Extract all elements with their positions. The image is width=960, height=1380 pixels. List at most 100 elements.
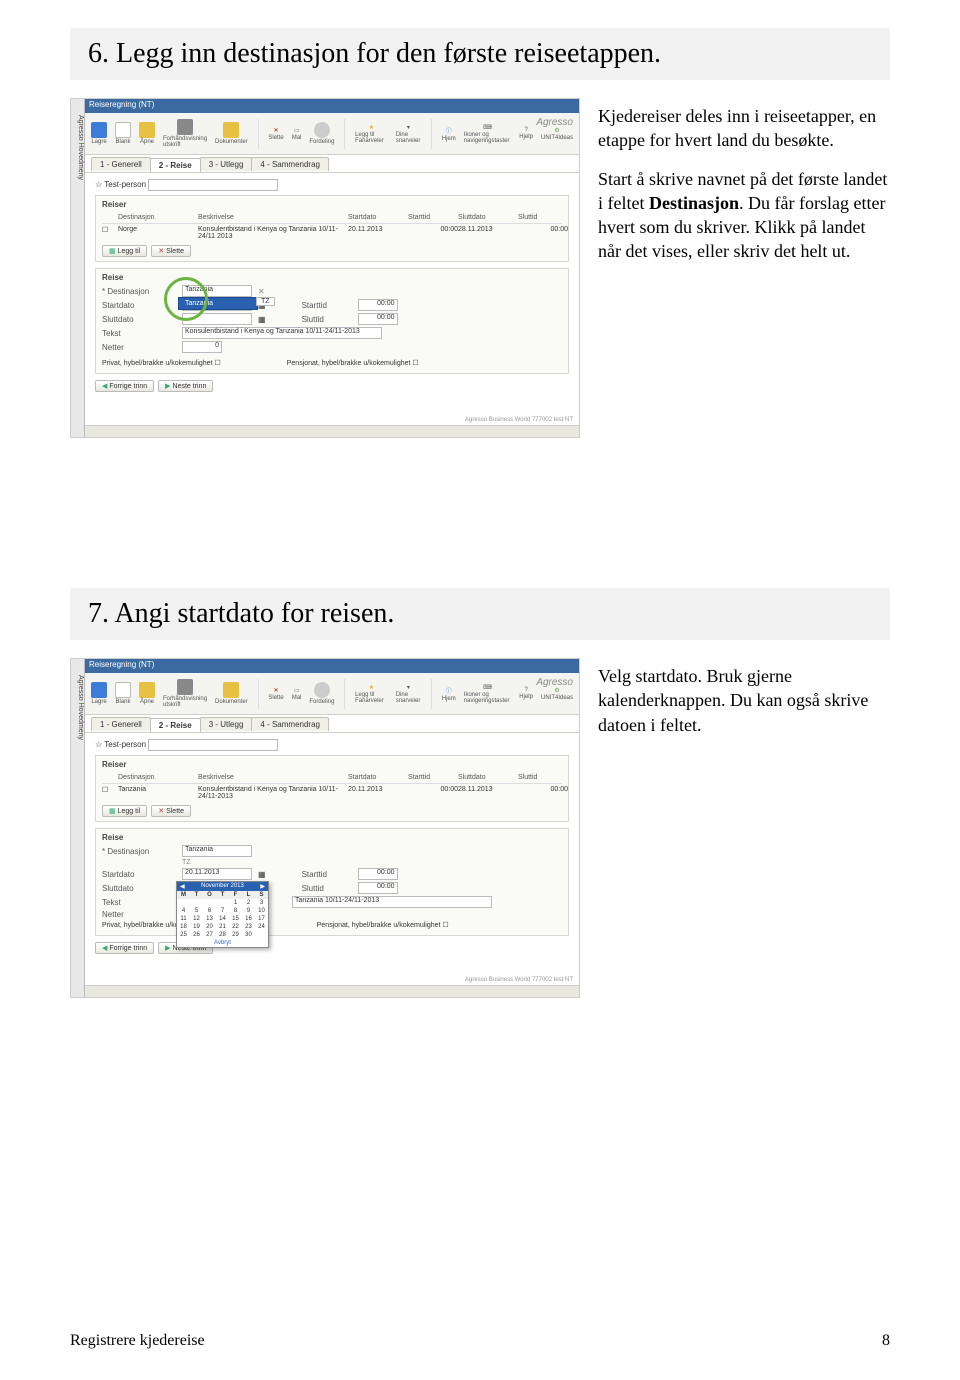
next-button[interactable]: ▶Neste trinn <box>158 380 213 392</box>
cal-day[interactable] <box>190 899 203 907</box>
ribbon-mal[interactable]: ▭Mal <box>292 687 302 701</box>
tekst-input[interactable]: Konsulentbistand i Kenya og Tanzania 10/… <box>182 327 382 339</box>
netter-input[interactable]: 0 <box>182 341 222 353</box>
cal-day[interactable]: 10 <box>255 907 268 915</box>
leggtil-button[interactable]: ▦Legg til <box>102 245 147 257</box>
cal-day[interactable]: 2 <box>242 899 255 907</box>
ribbon-ikoner[interactable]: ⌨Ikoner og navigeringstaster <box>464 684 512 704</box>
ribbon-forhand[interactable]: Forhåndsvisning utskrift <box>163 119 207 148</box>
cal-day[interactable]: 12 <box>190 915 203 923</box>
cal-day[interactable]: 11 <box>177 915 190 923</box>
ribbon-lagre[interactable]: Lagre <box>91 682 107 705</box>
ribbon-apne[interactable]: Åpne <box>139 682 155 705</box>
cal-day[interactable]: 17 <box>255 915 268 923</box>
sluttid-input[interactable]: 00:00 <box>358 882 398 894</box>
cal-day[interactable]: 3 <box>255 899 268 907</box>
tab-reise[interactable]: 2 - Reise <box>150 718 201 732</box>
ribbon-unit4[interactable]: ⚙UNIT4Ideas <box>541 127 573 141</box>
dest-suggestion[interactable]: Tanzania <box>178 297 258 310</box>
ribbon-ikoner[interactable]: ⌨Ikoner og navigeringstaster <box>464 124 512 144</box>
cal-day[interactable]: 9 <box>242 907 255 915</box>
leggtil-button[interactable]: ▦Legg til <box>102 805 147 817</box>
ribbon-leggtil[interactable]: ★Legg til Fanarveler <box>355 124 388 144</box>
ribbon-hjelp[interactable]: ?Hjelp <box>519 127 533 140</box>
calendar-icon[interactable]: ▦ <box>258 870 266 879</box>
cal-day[interactable] <box>203 899 216 907</box>
cal-day[interactable] <box>177 899 190 907</box>
table-row[interactable]: ☐ Tanzania Konsulentbistand i Kenya og T… <box>102 784 562 802</box>
cal-day[interactable]: 26 <box>190 931 203 939</box>
ribbon-snarveier[interactable]: ▾Dine snarveier <box>396 124 421 144</box>
cal-day[interactable]: 18 <box>177 923 190 931</box>
slette-button[interactable]: ✕Slette <box>151 245 191 257</box>
tab-sammendrag[interactable]: 4 - Sammendrag <box>251 157 329 171</box>
calendar-icon[interactable]: ▦ <box>258 315 266 324</box>
cal-day[interactable]: 16 <box>242 915 255 923</box>
side-menu[interactable]: Agresso Hovedmeny <box>71 659 85 997</box>
cal-day[interactable]: 24 <box>255 923 268 931</box>
cal-day[interactable]: 15 <box>229 915 242 923</box>
sluttdato-input[interactable] <box>182 313 252 325</box>
cal-day[interactable]: 8 <box>229 907 242 915</box>
ribbon-mal[interactable]: ▭Mal <box>292 127 302 141</box>
cal-day[interactable]: 6 <box>203 907 216 915</box>
tab-utlegg[interactable]: 3 - Utlegg <box>200 157 253 171</box>
cal-day[interactable]: 19 <box>190 923 203 931</box>
ribbon-dokumenter[interactable]: Dokumenter <box>215 682 248 705</box>
cal-day[interactable]: 28 <box>216 931 229 939</box>
ribbon-slette[interactable]: ✕Slette <box>268 687 283 701</box>
ribbon-unit4[interactable]: ⚙UNIT4Ideas <box>541 687 573 701</box>
cal-day[interactable]: 22 <box>229 923 242 931</box>
tab-reise[interactable]: 2 - Reise <box>150 158 201 172</box>
cal-day[interactable]: 5 <box>190 907 203 915</box>
sluttid-input[interactable]: 00:00 <box>358 313 398 325</box>
table-row[interactable]: ☐ Norge Konsulentbistand i Kenya og Tanz… <box>102 224 562 242</box>
ribbon-apne[interactable]: Åpne <box>139 122 155 145</box>
ribbon-hjem[interactable]: ⓘHjem <box>442 686 456 702</box>
cal-day[interactable]: 21 <box>216 923 229 931</box>
cal-day[interactable]: 29 <box>229 931 242 939</box>
calendar-popup[interactable]: ◀November 2013▶ MTOTFLS12345678910111213… <box>176 881 269 948</box>
slette-button[interactable]: ✕Slette <box>151 805 191 817</box>
cal-day[interactable]: 27 <box>203 931 216 939</box>
cal-day[interactable]: 1 <box>229 899 242 907</box>
cal-day[interactable]: 7 <box>216 907 229 915</box>
tekst-input[interactable]: Tanzania 10/11-24/11-2013 <box>292 896 492 908</box>
tab-sammendrag[interactable]: 4 - Sammendrag <box>251 717 329 731</box>
cal-day[interactable]: 13 <box>203 915 216 923</box>
tab-utlegg[interactable]: 3 - Utlegg <box>200 717 253 731</box>
ribbon-hjem[interactable]: ⓘHjem <box>442 126 456 142</box>
tab-generell[interactable]: 1 - Generell <box>91 717 151 731</box>
ribbon-fordeling[interactable]: Fordeling <box>309 682 334 705</box>
cal-day[interactable] <box>255 931 268 939</box>
ribbon-snarveier[interactable]: ▾Dine snarveier <box>396 684 421 704</box>
prev-button[interactable]: ◀Forrige trinn <box>95 942 154 954</box>
ribbon-lagre[interactable]: Lagre <box>91 122 107 145</box>
ribbon-leggtil[interactable]: ★Legg til Fanarveler <box>355 684 388 704</box>
cal-next-icon[interactable]: ▶ <box>260 883 265 890</box>
ribbon-dokumenter[interactable]: Dokumenter <box>215 122 248 145</box>
cal-day[interactable]: 20 <box>203 923 216 931</box>
cal-day[interactable]: 23 <box>242 923 255 931</box>
dest-input[interactable]: Tanzania <box>182 285 252 297</box>
dest-input[interactable]: Tanzania <box>182 845 252 857</box>
ribbon-hjelp[interactable]: ?Hjelp <box>519 687 533 700</box>
tab-generell[interactable]: 1 - Generell <box>91 157 151 171</box>
ribbon-blank[interactable]: Blank <box>115 682 131 705</box>
cal-prev-icon[interactable]: ◀ <box>180 883 185 890</box>
ribbon-slette[interactable]: ✕Slette <box>268 127 283 141</box>
cal-day[interactable]: 4 <box>177 907 190 915</box>
startdato-input[interactable]: 20.11.2013 <box>182 868 252 880</box>
prev-button[interactable]: ◀Forrige trinn <box>95 380 154 392</box>
side-menu[interactable]: Agresso Hovedmeny <box>71 99 85 437</box>
ribbon-fordeling[interactable]: Fordeling <box>309 122 334 145</box>
ribbon-blank[interactable]: Blank <box>115 122 131 145</box>
ribbon-forhand[interactable]: Forhåndsvisning utskrift <box>163 679 207 708</box>
starttid-input[interactable]: 00:00 <box>358 299 398 311</box>
cal-cancel[interactable]: Avbryt <box>177 939 268 947</box>
starttid-input[interactable]: 00:00 <box>358 868 398 880</box>
cal-day[interactable]: 14 <box>216 915 229 923</box>
cal-day[interactable]: 30 <box>242 931 255 939</box>
cal-day[interactable] <box>216 899 229 907</box>
cal-day[interactable]: 25 <box>177 931 190 939</box>
